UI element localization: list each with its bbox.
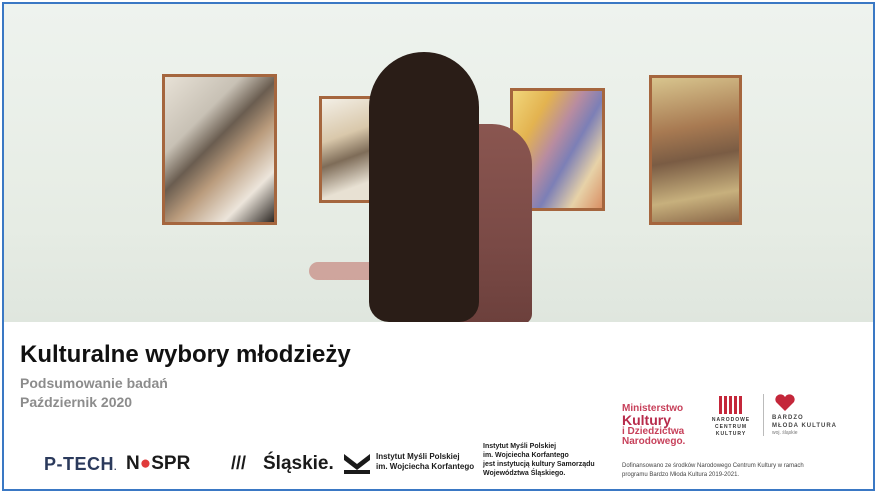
sponsor-note: Dofinansowano ze środków Narodowego Cent… xyxy=(622,462,804,480)
mkidn-line4: Narodowego. xyxy=(622,436,686,447)
imp-note-line2: im. Wojciecha Korfantego xyxy=(483,452,569,459)
painting-1 xyxy=(162,74,277,225)
sponsor-logos: Ministerstwo Kultury i Dziedzictwa Narod… xyxy=(622,392,867,489)
nck-logo: NARODOWE CENTRUM KULTURY xyxy=(708,396,754,438)
slaskie-mark-icon: /// xyxy=(231,453,247,473)
nck-mark-icon xyxy=(719,396,743,414)
mkidn-logo: Ministerstwo Kultury i Dziedzictwa Narod… xyxy=(622,404,685,447)
sponsor-note-line2: programu Bardzo Młoda Kultura 2019-2021. xyxy=(622,472,740,478)
imp-note: Instytut Myśli Polskiej im. Wojciecha Ko… xyxy=(483,442,595,478)
nospr-logo-o: ● xyxy=(139,453,152,474)
imp-logo-line1: Instytut Myśli Polskiej xyxy=(376,452,460,461)
imp-logo-line2: im. Wojciecha Korfantego xyxy=(376,462,475,471)
sponsor-note-line1: Dofinansowano ze środków Narodowego Cent… xyxy=(622,463,804,469)
nck-line1: NARODOWE xyxy=(711,417,751,423)
slide-text-area: Kulturalne wybory młodzieży Podsumowanie… xyxy=(4,322,873,489)
imp-note-line4: Województwa Śląskiego. xyxy=(483,470,566,477)
slide-subtitle: Podsumowanie badań xyxy=(20,375,168,391)
person-hair xyxy=(369,52,479,322)
heart-icon xyxy=(774,394,796,412)
hero-photo xyxy=(4,4,873,322)
ptech-logo-dot: . xyxy=(114,462,118,472)
slide-date: Październik 2020 xyxy=(20,394,133,410)
sponsor-divider xyxy=(763,394,764,436)
nospr-logo-rest: SPR xyxy=(151,453,191,474)
painting-4 xyxy=(649,75,742,225)
ptech-logo-text: P-TECH xyxy=(44,454,114,474)
ptech-logo: P-TECH. xyxy=(44,454,117,475)
bmk-line1: BARDZO xyxy=(772,415,804,421)
nospr-logo: N●SPR xyxy=(126,453,190,475)
imp-mark-icon xyxy=(344,452,370,474)
nospr-logo-n: N xyxy=(126,453,140,474)
imp-note-line3: jest instytucją kultury Samorządu xyxy=(483,461,595,468)
imp-logo-text: Instytut Myśli Polskiej im. Wojciecha Ko… xyxy=(376,452,474,472)
nck-line2: CENTRUM xyxy=(715,424,747,430)
bmk-logo: BARDZO MŁODA KULTURA woj. śląskie xyxy=(772,394,852,436)
nck-line3: KULTURY xyxy=(715,431,747,437)
imp-note-line1: Instytut Myśli Polskiej xyxy=(483,443,557,450)
slide-frame: Kulturalne wybory młodzieży Podsumowanie… xyxy=(2,2,875,491)
bmk-line3: woj. śląskie xyxy=(772,430,798,436)
bmk-line2: MŁODA KULTURA xyxy=(772,423,837,429)
slide-title: Kulturalne wybory młodzieży xyxy=(20,341,351,368)
slaskie-logo: Śląskie. xyxy=(263,453,334,474)
